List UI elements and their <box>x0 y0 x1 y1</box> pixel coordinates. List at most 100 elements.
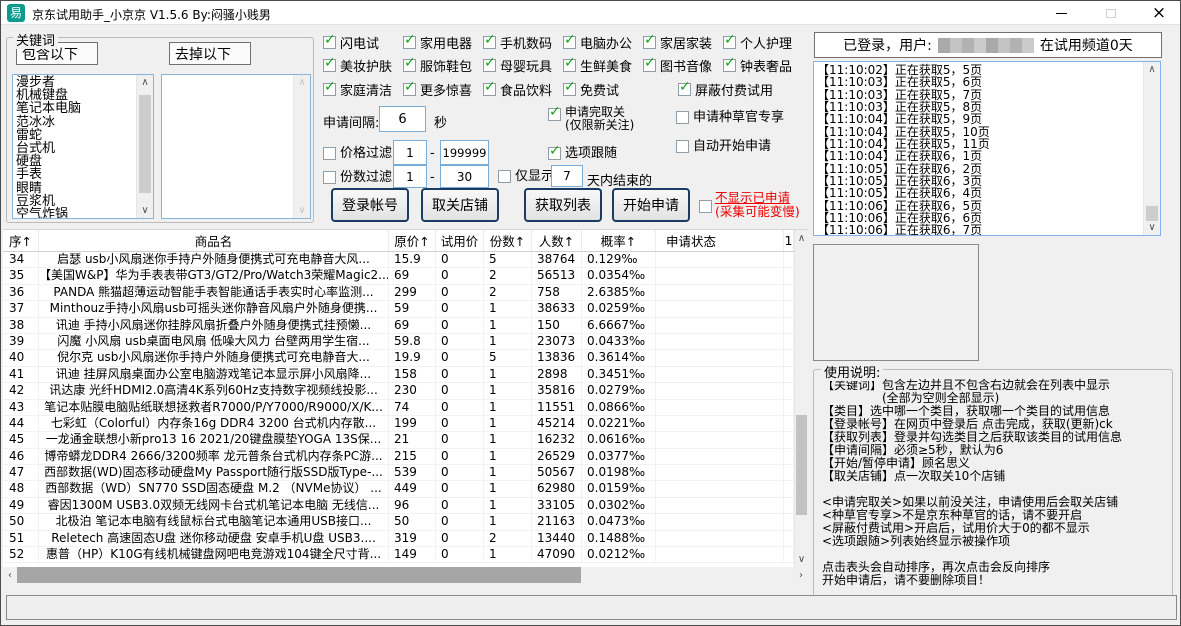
column-header-rate[interactable]: 概率↑ <box>582 230 656 251</box>
price-min-input[interactable] <box>393 140 427 165</box>
keyword-item[interactable]: 眼睛 <box>16 182 153 195</box>
category-option[interactable]: ✓屏蔽付费试用 <box>678 81 773 97</box>
scroll-up-icon[interactable]: ∧ <box>137 75 153 90</box>
hide-applied-sublabel: (采集可能变慢) <box>715 205 800 219</box>
auto-start-checkbox[interactable]: 自动开始申请 <box>676 140 771 154</box>
table-vertical-scrollbar[interactable]: ∧ ∨ <box>794 230 808 567</box>
scroll-right-icon[interactable]: › <box>794 567 808 583</box>
table-row[interactable]: 38讯迪 手持小风扇迷你挂脖风扇折叠户外随身便携式挂预懒...69011506.… <box>3 318 808 334</box>
scroll-up-icon[interactable]: ∧ <box>795 230 808 246</box>
column-header-status[interactable]: 申请状态 <box>656 230 784 251</box>
category-option[interactable]: ✓家用电器 <box>403 34 483 50</box>
column-header-extra[interactable]: 1 <box>784 230 794 251</box>
table-row[interactable]: 34启瑟 usb小风扇迷你手持户外随身便携式可充电静音大风...15.90538… <box>3 252 808 268</box>
table-row[interactable]: 50北极泊 笔记本电脑有线鼠标台式电脑笔记本通用USB接口...50012116… <box>3 514 808 530</box>
table-row[interactable]: 42讯达康 光纤HDMI2.0高清4K系列60Hz支持数字视频线投影...230… <box>3 383 808 399</box>
table-row[interactable]: 39闪魔 小风扇 usb桌面电风扇 低噪大风力 台壁两用学生宿...59.801… <box>3 334 808 350</box>
table-row[interactable]: 45一龙通金联想小新pro13 16 2021/20键盘膜垫YOGA 13S保.… <box>3 432 808 448</box>
table-row[interactable]: 51Reletech 高速固态U盘 迷你移动硬盘 安卓手机U盘 USB3....… <box>3 531 808 547</box>
only-show-days-input[interactable] <box>551 165 583 187</box>
maximize-button[interactable] <box>1089 1 1133 25</box>
scrollbar-thumb[interactable] <box>17 567 581 583</box>
qty-filter-checkbox[interactable]: 份数过滤 <box>323 171 392 185</box>
table-row[interactable]: 44七彩虹（Colorful）内存条16g DDR4 3200 台式机内存散..… <box>3 416 808 432</box>
table-row[interactable]: 49睿因1300M USB3.0双频无线网卡台式机笔记本电脑 无线信...960… <box>3 498 808 514</box>
table-row[interactable]: 40倪尔克 usb小风扇迷你手持户外随身便携式可充电静音大...19.90513… <box>3 350 808 366</box>
table-row[interactable]: 47西部数据(WD)固态移动硬盘My Passport随行版SSD版Type-.… <box>3 465 808 481</box>
exclude-keywords-list[interactable]: ∧ ∨ <box>161 74 311 219</box>
include-keywords-list[interactable]: 漫步者机械键盘笔记本电脑范冰冰雷蛇台式机硬盘手表眼睛豆浆机空气炸锅风扇 ∧ ∨ <box>12 74 154 219</box>
table-row[interactable]: 36PANDA 熊猫超薄运动智能手表智能通话手表实时心率监测...2990275… <box>3 285 808 301</box>
col-status-cell <box>656 367 784 382</box>
only-show-checkbox[interactable]: 仅显示 <box>498 170 554 184</box>
category-option[interactable]: ✓个人护理 <box>723 34 803 50</box>
scroll-down-icon[interactable]: ∨ <box>1144 220 1160 235</box>
scroll-down-icon[interactable]: ∨ <box>137 203 153 218</box>
column-header-qty[interactable]: 份数↑ <box>484 230 532 251</box>
table-row[interactable]: 43笔记本贴膜电脑贴纸联想拯救者R7000/P/Y7000/R9000/X/K.… <box>3 400 808 416</box>
category-option[interactable]: ✓服饰鞋包 <box>403 57 483 73</box>
category-option[interactable]: ✓母婴玩具 <box>483 57 563 73</box>
category-option[interactable]: ✓美妆护肤 <box>323 57 403 73</box>
column-header-people[interactable]: 人数↑ <box>532 230 582 251</box>
keyword-item[interactable]: 笔记本电脑 <box>16 102 153 115</box>
price-filter-checkbox[interactable]: 价格过滤 <box>323 147 392 161</box>
table-row[interactable]: 37Minthouz手持小风扇usb可摇头迷你静音风扇户外随身便携...5901… <box>3 301 808 317</box>
col-trial-price-cell: 0 <box>436 350 484 365</box>
category-option[interactable]: ✓食品饮料 <box>483 81 563 97</box>
category-option[interactable]: ✓家居家装 <box>643 34 723 50</box>
qty-max-input[interactable] <box>440 165 489 188</box>
table-row[interactable]: 41讯迪 挂屏风扇桌面办公室电脑游戏笔记本显示屏小风扇降...158012898… <box>3 367 808 383</box>
column-header-trial-price[interactable]: 试用价 <box>436 230 484 251</box>
scrollbar-thumb[interactable] <box>796 415 807 515</box>
log-scrollbar[interactable]: ∧ ∨ <box>1143 62 1160 235</box>
table-row[interactable]: 52惠普（HP）K10G有线机械键盘网吧电竞游戏104键全尺寸背...14901… <box>3 547 808 563</box>
category-option[interactable]: ✓手机数码 <box>483 34 563 50</box>
scrollbar-thumb[interactable] <box>1146 206 1158 221</box>
table-row[interactable]: 46博帝蟒龙DDR4 2666/3200频率 龙元普条台式机内存条PC游...2… <box>3 449 808 465</box>
close-button[interactable]: × <box>1137 1 1181 25</box>
column-header-price[interactable]: 原价↑ <box>389 230 436 251</box>
unfollow-after-checkbox[interactable]: ✓ 申请完取关 (仅限新关注) <box>548 108 634 132</box>
category-option[interactable]: ✓闪电试 <box>323 34 403 50</box>
category-option[interactable]: ✓免费试 <box>563 81 643 97</box>
column-header-product[interactable]: 商品名 <box>39 230 389 251</box>
scroll-up-icon[interactable]: ∧ <box>1144 62 1160 77</box>
category-option[interactable]: ✓图书音像 <box>643 57 723 73</box>
scroll-left-icon[interactable]: ‹ <box>3 567 17 583</box>
keyword-item[interactable]: 手表 <box>16 168 153 181</box>
interval-input[interactable] <box>379 106 426 132</box>
col-rate-cell: 0.129‰ <box>582 252 656 267</box>
check-icon: ✓ <box>724 56 736 70</box>
include-list-scrollbar[interactable]: ∧ ∨ <box>136 75 153 218</box>
keyword-item[interactable]: 范冰冰 <box>16 116 153 129</box>
price-max-input[interactable] <box>440 140 489 165</box>
category-option[interactable]: ✓电脑办公 <box>563 34 643 50</box>
scroll-down-icon[interactable]: ∨ <box>795 551 808 567</box>
scrollbar-thumb[interactable] <box>139 95 151 193</box>
exclude-list-scrollbar[interactable]: ∧ ∨ <box>293 75 310 218</box>
table-horizontal-scrollbar[interactable]: ‹ › <box>3 567 808 583</box>
table-row[interactable]: 35【美国W&P】华为手表表带GT3/GT2/Pro/Watch3荣耀Magic… <box>3 268 808 284</box>
unfollow-shops-button[interactable]: 取关店铺 <box>421 188 499 222</box>
scroll-down-icon: ∨ <box>294 203 310 218</box>
column-header-index[interactable]: 序↑ <box>3 230 39 251</box>
login-account-button[interactable]: 登录帐号 <box>331 188 409 222</box>
table-row[interactable]: 48西部数据（WD）SN770 SSD固态硬盘 M.2 （NVMe协议） ...… <box>3 481 808 497</box>
start-apply-button[interactable]: 开始申请 <box>612 188 690 222</box>
follow-option-checkbox[interactable]: ✓ 选项跟随 <box>548 147 617 161</box>
col-extra-cell <box>784 400 794 415</box>
qty-min-input[interactable] <box>393 165 427 188</box>
hide-applied-checkbox[interactable] <box>699 200 712 213</box>
category-option[interactable]: ✓更多惊喜 <box>403 81 483 97</box>
fetch-list-button[interactable]: 获取列表 <box>524 188 602 222</box>
category-option[interactable]: ✓家庭清洁 <box>323 81 403 97</box>
category-option[interactable]: ✓生鲜美食 <box>563 57 643 73</box>
seeding-official-checkbox[interactable]: 申请种草官专享 <box>676 111 784 125</box>
col-index-cell: 47 <box>3 465 39 480</box>
exclude-keywords-button[interactable]: 去掉以下 <box>169 42 251 65</box>
minimize-button[interactable] <box>1039 1 1083 25</box>
category-option[interactable]: ✓钟表奢品 <box>723 57 803 73</box>
keyword-item[interactable]: 空气炸锅 <box>16 208 153 219</box>
log-output[interactable]: 【11:10:02】正在获取5，5页【11:10:03】正在获取5，6页【11:… <box>813 61 1161 236</box>
